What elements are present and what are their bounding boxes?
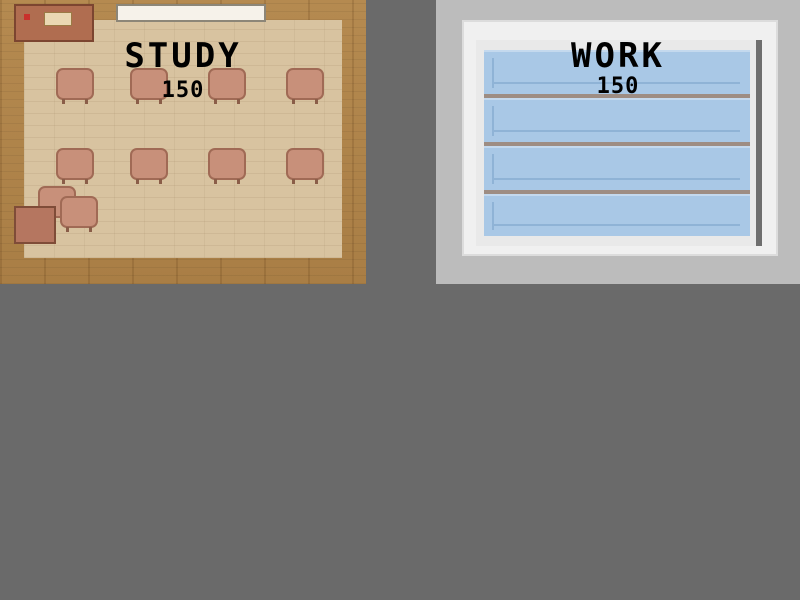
- window-pane: [484, 98, 750, 142]
- study-room-title: STUDY: [124, 36, 242, 76]
- chair: [286, 148, 324, 184]
- study-room[interactable]: STUDY 150: [0, 0, 366, 284]
- book-icon: [44, 12, 72, 26]
- game-stage: STUDY 150 WORK 150: [0, 0, 800, 600]
- apple-icon: [24, 14, 30, 20]
- whiteboard: [116, 4, 266, 22]
- work-room-title: WORK: [571, 36, 665, 76]
- window-pane: [484, 146, 750, 190]
- work-room-count: 150: [596, 74, 640, 99]
- chair: [130, 148, 168, 184]
- work-room[interactable]: WORK 150: [436, 0, 800, 284]
- cabinet: [14, 206, 56, 244]
- chair: [60, 196, 98, 232]
- study-room-count: 150: [161, 78, 205, 103]
- window-pane: [484, 194, 750, 236]
- chair: [208, 148, 246, 184]
- chair: [56, 148, 94, 184]
